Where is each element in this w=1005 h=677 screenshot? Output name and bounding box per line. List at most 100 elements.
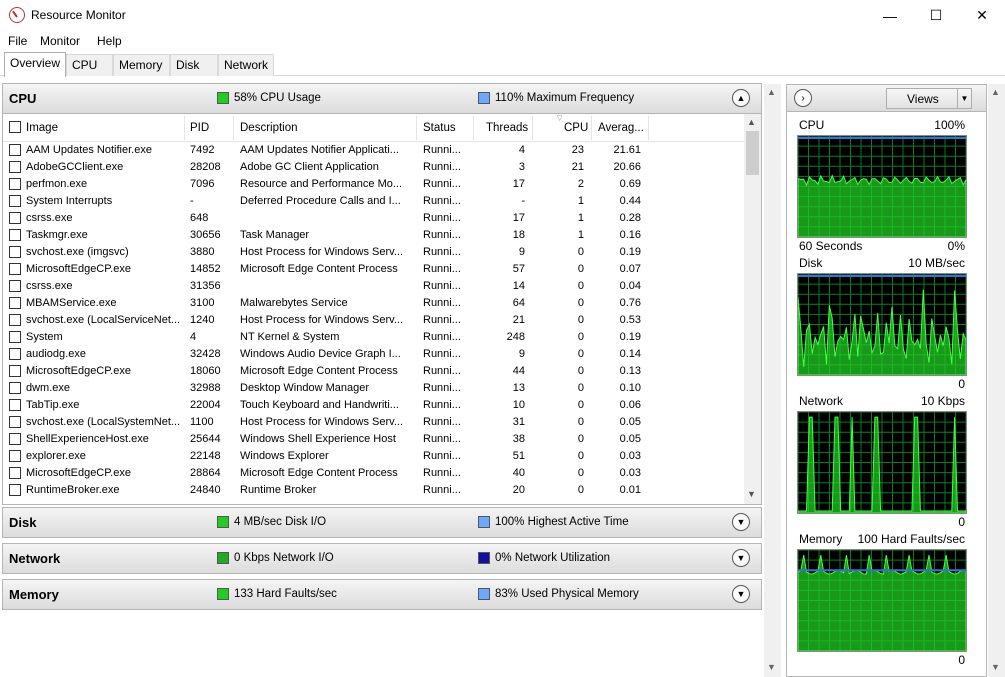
disk-active-legend-swatch (478, 516, 490, 528)
tab-memory[interactable]: Memory (113, 54, 170, 76)
row-checkbox[interactable] (9, 246, 21, 258)
network-expand-icon[interactable]: ▼ (732, 549, 750, 567)
close-button[interactable]: ✕ (959, 0, 1005, 31)
table-row[interactable]: AAM Updates Notifier.exe 7492 AAM Updates … (3, 142, 745, 159)
row-checkbox[interactable] (9, 178, 21, 190)
table-row[interactable]: System 4 NT Kernel & System Runni... 248 0 0.1… (3, 329, 745, 346)
cell-pid: 31356 (190, 280, 221, 292)
table-row[interactable]: TabTip.exe 22004 Touch Keyboard and Handwr… (3, 397, 745, 414)
row-checkbox[interactable] (9, 229, 21, 241)
views-dropdown[interactable]: Views ▼ (886, 88, 972, 109)
minimize-button[interactable]: — (867, 0, 913, 31)
scroll-down-icon[interactable]: ▼ (747, 489, 756, 499)
row-checkbox[interactable] (9, 365, 21, 377)
scroll-down-icon[interactable]: ▼ (991, 662, 1000, 672)
column-separator[interactable] (184, 116, 185, 140)
table-row[interactable]: csrss.exe 31356 Runni... 14 0 0.04 (3, 278, 745, 295)
cpu-section-header[interactable]: CPU 58% CPU Usage 110% Maximum Frequency… (2, 83, 762, 114)
row-checkbox[interactable] (9, 467, 21, 479)
table-row[interactable]: RuntimeBroker.exe 24840 Runtime Broker Runn… (3, 482, 745, 499)
select-all-checkbox[interactable] (9, 121, 21, 133)
cell-cpu: 0 (577, 365, 584, 377)
table-row[interactable]: Taskmgr.exe 30656 Task Manager Runni... 18 1 0… (3, 227, 745, 244)
scroll-down-icon[interactable]: ▼ (767, 662, 776, 672)
memory-expand-icon[interactable]: ▼ (732, 585, 750, 603)
maximize-button[interactable]: ☐ (913, 0, 959, 31)
scroll-up-icon[interactable]: ▲ (747, 117, 756, 127)
disk-expand-icon[interactable]: ▼ (732, 513, 750, 531)
table-row[interactable]: explorer.exe 22148 Windows Explorer Runni..… (3, 448, 745, 465)
cpu-usage-text: 58% CPU Usage (234, 92, 321, 104)
column-threads[interactable]: Threads (486, 122, 528, 134)
table-row[interactable]: csrss.exe 648 Runni... 17 1 0.28 (3, 210, 745, 227)
table-row[interactable]: svchost.exe (imgsvc) 3880 Host Process for… (3, 244, 745, 261)
column-pid[interactable]: PID (190, 122, 209, 134)
cell-description: Windows Shell Experience Host (240, 433, 396, 445)
memory-section-header[interactable]: Memory 133 Hard Faults/sec 83% Used Phys… (2, 579, 762, 610)
cpu-graph-timespan: 60 Seconds (799, 239, 863, 253)
table-row[interactable]: MBAMService.exe 3100 Malwarebytes Service R… (3, 295, 745, 312)
row-checkbox[interactable] (9, 433, 21, 445)
menu-help[interactable]: Help (97, 34, 122, 48)
cell-threads: 64 (512, 297, 525, 309)
tab-network[interactable]: Network (218, 54, 274, 76)
table-row[interactable]: audiodg.exe 32428 Windows Audio Device Gra… (3, 346, 745, 363)
menu-monitor[interactable]: Monitor (40, 34, 80, 48)
network-section-header[interactable]: Network 0 Kbps Network I/O 0% Network Ut… (2, 543, 762, 574)
cpu-collapse-icon[interactable]: ▲ (732, 89, 750, 107)
column-cpu[interactable]: CPU (564, 122, 588, 134)
cpu-table-scrollbar[interactable]: ▲ ▼ (744, 114, 761, 504)
graphs-pane-scrollbar[interactable]: ▲ ▼ (988, 84, 1005, 677)
tab-disk[interactable]: Disk (170, 54, 218, 76)
column-separator[interactable] (591, 116, 592, 140)
column-separator[interactable] (233, 116, 234, 140)
column-description[interactable]: Description (240, 122, 298, 134)
column-image[interactable]: Image (26, 122, 58, 134)
expand-pane-icon[interactable]: › (794, 89, 812, 107)
cell-threads: 17 (512, 212, 525, 224)
column-separator[interactable] (648, 116, 649, 140)
table-row[interactable]: AdobeGCClient.exe 28208 Adobe GC Client Ap… (3, 159, 745, 176)
left-pane-scrollbar[interactable]: ▲ ▼ (764, 84, 781, 677)
row-checkbox[interactable] (9, 144, 21, 156)
table-row[interactable]: svchost.exe (LocalSystemNet... 1100 Host P… (3, 414, 745, 431)
row-checkbox[interactable] (9, 195, 21, 207)
table-row[interactable]: MicrosoftEdgeCP.exe 14852 Microsoft Edge C… (3, 261, 745, 278)
row-checkbox[interactable] (9, 416, 21, 428)
scroll-up-icon[interactable]: ▲ (991, 87, 1000, 97)
row-checkbox[interactable] (9, 331, 21, 343)
row-checkbox[interactable] (9, 280, 21, 292)
table-row[interactable]: perfmon.exe 7096 Resource and Performance … (3, 176, 745, 193)
row-checkbox[interactable] (9, 450, 21, 462)
memory-faults-text: 133 Hard Faults/sec (234, 588, 337, 600)
tab-overview[interactable]: Overview (4, 52, 66, 77)
table-row[interactable]: MicrosoftEdgeCP.exe 28864 Microsoft Edge C… (3, 465, 745, 482)
row-checkbox[interactable] (9, 399, 21, 411)
cell-status: Runni... (423, 263, 461, 275)
row-checkbox[interactable] (9, 297, 21, 309)
column-separator[interactable] (416, 116, 417, 140)
row-checkbox[interactable] (9, 348, 21, 360)
column-separator[interactable] (473, 116, 474, 140)
row-checkbox[interactable] (9, 314, 21, 326)
scroll-thumb[interactable] (746, 131, 759, 175)
table-row[interactable]: ShellExperienceHost.exe 25644 Windows Shel… (3, 431, 745, 448)
column-status[interactable]: Status (423, 122, 456, 134)
row-checkbox[interactable] (9, 212, 21, 224)
row-checkbox[interactable] (9, 382, 21, 394)
column-average-cpu[interactable]: Averag... (598, 122, 644, 134)
dropdown-arrow-icon[interactable]: ▼ (957, 89, 971, 108)
row-checkbox[interactable] (9, 484, 21, 496)
cell-cpu: 0 (577, 263, 584, 275)
scroll-up-icon[interactable]: ▲ (767, 87, 776, 97)
table-row[interactable]: svchost.exe (LocalServiceNet... 1240 Host … (3, 312, 745, 329)
table-row[interactable]: System Interrupts - Deferred Procedure Cal… (3, 193, 745, 210)
row-checkbox[interactable] (9, 161, 21, 173)
disk-section-header[interactable]: Disk 4 MB/sec Disk I/O 100% Highest Acti… (2, 507, 762, 538)
table-row[interactable]: dwm.exe 32988 Desktop Window Manager Runni.… (3, 380, 745, 397)
table-row[interactable]: MicrosoftEdgeCP.exe 18060 Microsoft Edge C… (3, 363, 745, 380)
column-separator[interactable] (532, 116, 533, 140)
tab-cpu[interactable]: CPU (66, 54, 113, 76)
menu-file[interactable]: File (8, 34, 27, 48)
row-checkbox[interactable] (9, 263, 21, 275)
